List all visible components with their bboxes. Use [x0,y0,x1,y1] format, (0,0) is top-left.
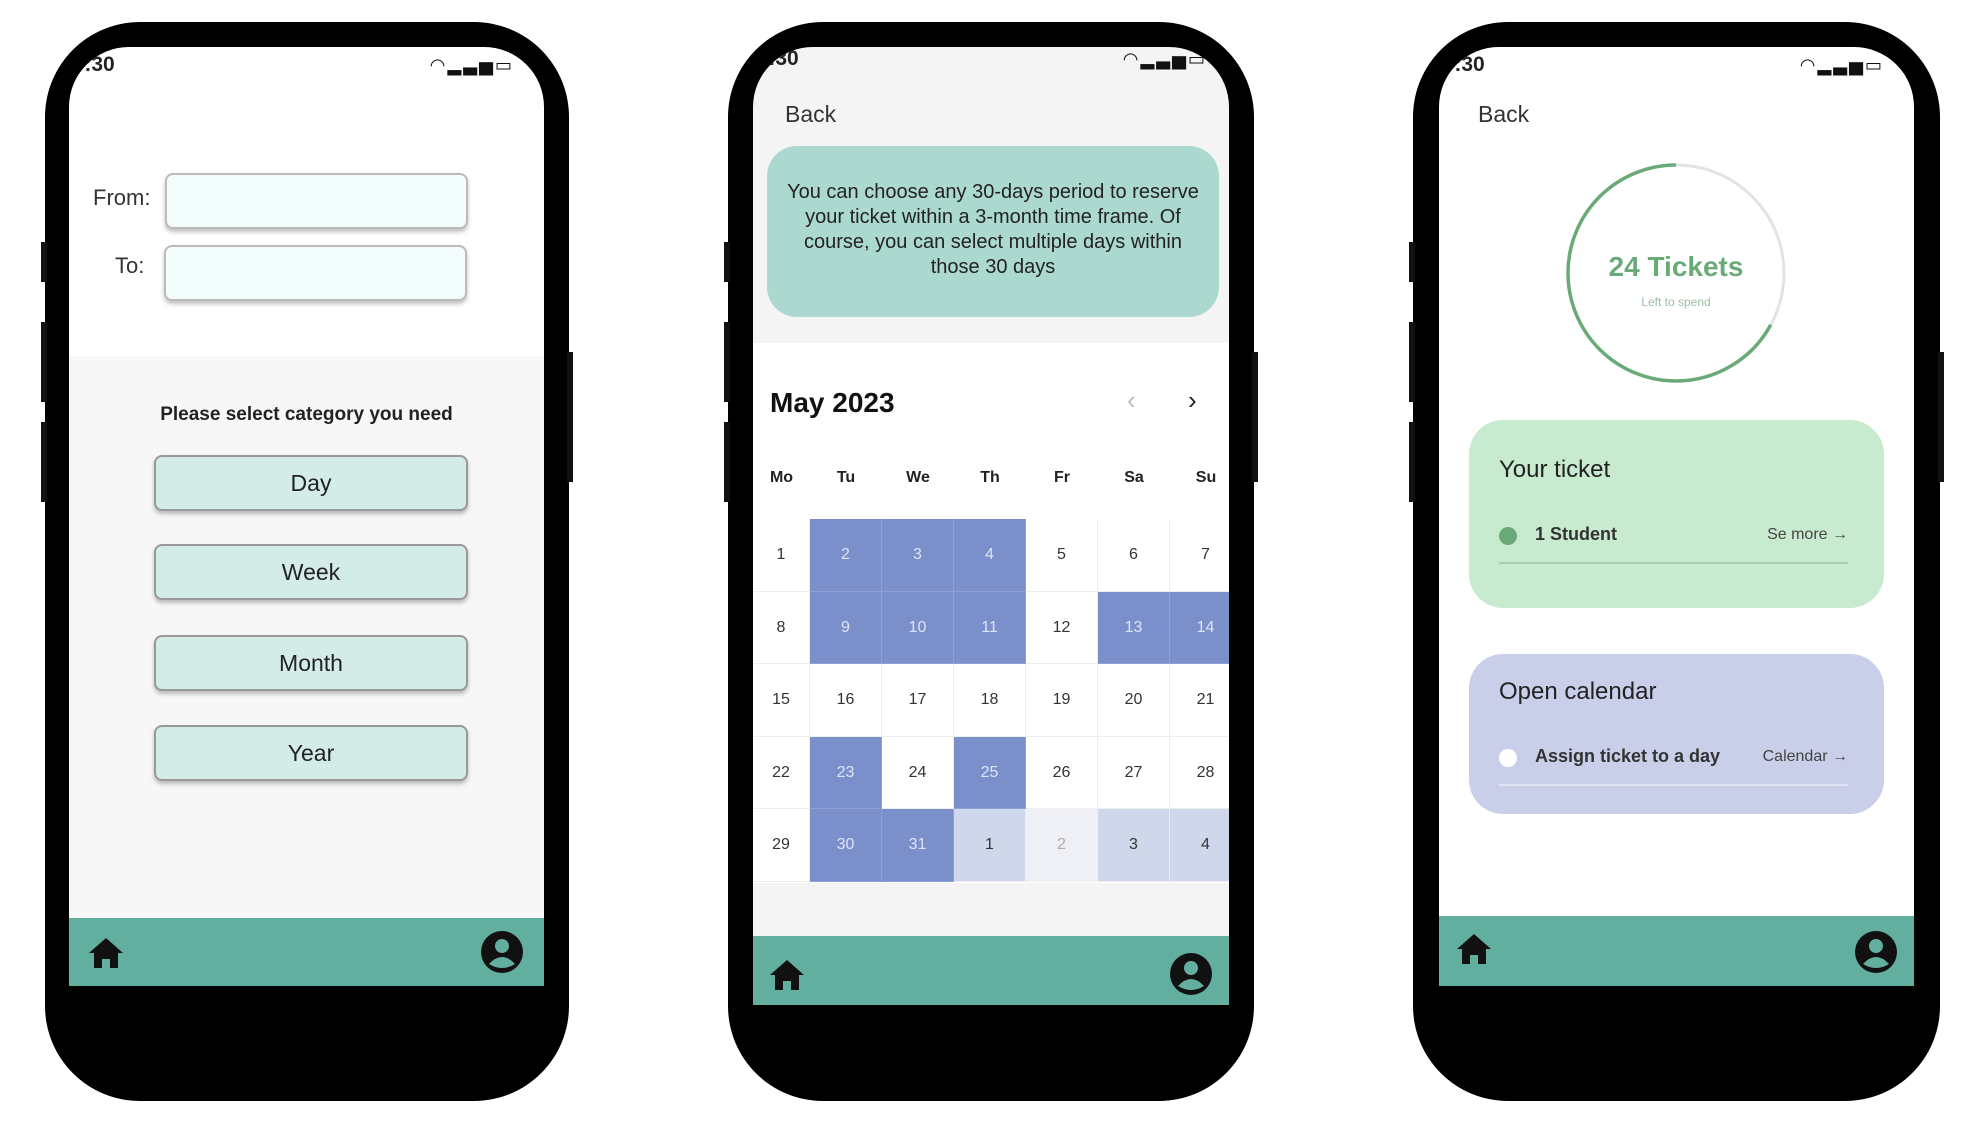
home-icon[interactable] [1455,932,1493,966]
day-cell[interactable]: 23 [810,736,882,809]
tickets-sub: Left to spend [1641,295,1711,309]
weekday-label: Sa [1124,469,1144,486]
bottom-nav [69,918,544,986]
day-cell[interactable]: 12 [1026,591,1098,664]
from-input[interactable] [165,173,468,229]
calendar: May 2023 ‹ › Mo Tu We Th Fr Sa Su 1 2 3 4 5 6 7 8 9 10 11… [753,343,1229,883]
ticket-item: 1 Student [1535,524,1618,544]
day-cell[interactable]: 11 [954,591,1026,664]
weekday-label: Fr [1054,469,1070,486]
ticket-status-dot-icon [1499,527,1517,545]
day-cell[interactable]: 6 [1098,519,1170,592]
day-cell[interactable]: 9 [810,591,882,664]
day-cell[interactable]: 5 [1026,519,1098,592]
screen-tickets: 10:30 ◠▂▃▅▭ Back 24 Tickets Left to spen… [1439,47,1914,986]
day-cell[interactable]: 16 [810,664,882,737]
prev-month-chevron-icon[interactable]: ‹ [1127,385,1136,416]
day-button[interactable]: Day [154,455,468,511]
home-icon[interactable] [768,958,806,992]
day-cell[interactable]: 4 [954,519,1026,592]
see-more-link[interactable]: Se more → [1767,526,1848,544]
day-cell[interactable]: 24 [882,736,954,809]
day-cell[interactable]: 30 [810,809,882,882]
day-cell[interactable]: 14 [1170,591,1229,664]
weekday-label: We [906,469,930,486]
status-time: 10:30 [69,53,115,76]
day-cell[interactable]: 31 [882,809,954,882]
user-icon[interactable] [1169,952,1213,996]
day-cell[interactable]: 4 [1170,809,1229,882]
home-icon[interactable] [87,936,125,970]
open-calendar-card: Open calendar Assign ticket to a day Cal… [1469,654,1884,814]
battery-icon: ▭ [1187,49,1207,69]
ticket-card-title: Your ticket [1499,456,1611,483]
back-button[interactable]: Back [785,101,836,128]
calendar-link[interactable]: Calendar → [1763,748,1848,766]
status-icons: ◠▂▃▅▭ [1800,55,1884,76]
day-cell[interactable]: 21 [1170,664,1229,737]
day-cell[interactable]: 17 [882,664,954,737]
signal-icon: ▂▃▅ [447,55,495,75]
wifi-icon: ◠ [1122,49,1141,69]
divider [1499,784,1848,786]
day-cell[interactable]: 29 [753,809,810,882]
day-cell[interactable]: 27 [1098,736,1170,809]
weekday-label: Su [1195,469,1217,486]
calendar-card-title: Open calendar [1499,678,1657,705]
status-time: 10:30 [753,47,799,70]
battery-icon: ▭ [1864,55,1884,75]
bottom-nav [1439,916,1914,986]
your-ticket-card: Your ticket 1 Student Se more → [1469,420,1884,608]
from-label: From: [93,185,151,210]
status-icons: ◠▂▃▅▭ [1123,49,1207,70]
calendar-status-dot-icon [1499,749,1517,767]
day-cell[interactable]: 22 [753,736,810,809]
day-cell[interactable]: 26 [1026,736,1098,809]
signal-icon: ▂▃▅ [1140,49,1188,69]
screen-date-category: 10:30 ◠▂▃▅▭ From: To: Please select cate… [69,47,544,986]
info-box: You can choose any 30-days period to res… [767,146,1219,317]
month-title: May 2023 [770,387,895,418]
day-cell[interactable]: 2 [810,519,882,592]
day-cell[interactable]: 25 [954,736,1026,809]
day-cell[interactable]: 3 [1098,809,1170,882]
status-time: 10:30 [1439,53,1485,76]
day-cell[interactable]: 1 [753,519,810,592]
year-button[interactable]: Year [154,725,468,781]
weekday-label: Th [980,469,1000,486]
divider [1499,562,1848,564]
next-month-chevron-icon[interactable]: › [1188,385,1197,416]
status-icons: ◠▂▃▅▭ [430,55,514,76]
day-cell[interactable]: 3 [882,519,954,592]
bottom-nav [753,936,1229,1005]
day-cell[interactable]: 2 [1026,809,1098,882]
day-cell[interactable]: 13 [1098,591,1170,664]
weekday-label: Mo [769,469,794,486]
day-cell[interactable]: 1 [954,809,1026,882]
day-cell[interactable]: 15 [753,664,810,737]
back-button[interactable]: Back [1478,101,1529,128]
screen-calendar: 10:30 ◠▂▃▅▭ Back You can choose any 30-d… [753,47,1229,1005]
week-button[interactable]: Week [154,544,468,600]
day-cell[interactable]: 7 [1170,519,1229,592]
signal-icon: ▂▃▅ [1817,55,1865,75]
wifi-icon: ◠ [429,55,448,75]
day-cell[interactable]: 19 [1026,664,1098,737]
to-input[interactable] [164,245,467,301]
day-cell[interactable]: 28 [1170,737,1229,809]
user-icon[interactable] [1854,930,1898,974]
day-cell[interactable]: 20 [1098,664,1170,737]
day-cell[interactable]: 18 [954,664,1026,737]
tickets-count: 24 Tickets [1608,251,1744,282]
to-label: To: [115,253,145,278]
day-cell[interactable]: 8 [753,591,810,664]
user-icon[interactable] [480,930,524,974]
month-button[interactable]: Month [154,635,468,691]
weekday-label: Tu [836,469,856,486]
battery-icon: ▭ [494,55,514,75]
calendar-item: Assign ticket to a day [1535,746,1721,766]
wifi-icon: ◠ [1799,55,1818,75]
category-heading: Please select category you need [160,404,453,425]
day-cell[interactable]: 10 [882,591,954,664]
